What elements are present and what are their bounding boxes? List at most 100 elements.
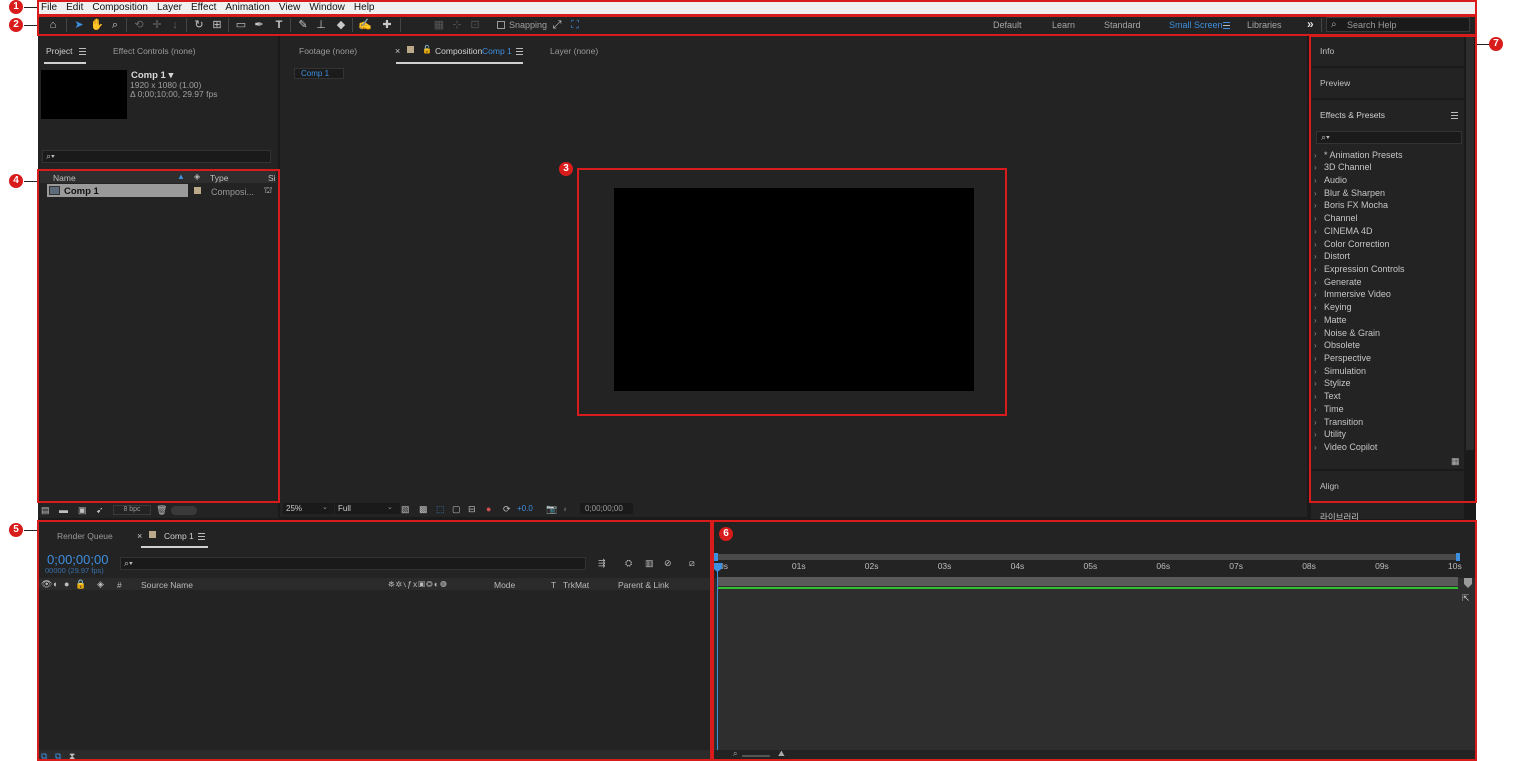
solo-icon[interactable]: ●	[64, 579, 69, 589]
hand-tool-icon[interactable]: ✋	[90, 18, 104, 32]
region-of-interest-icon[interactable]: ▢	[452, 504, 461, 514]
effects-category-item[interactable]: › Noise & Grain	[1314, 327, 1464, 340]
work-area-bar[interactable]	[717, 577, 1458, 586]
workspace-learn[interactable]: Learn	[1052, 20, 1075, 30]
effects-scrollbar[interactable]	[1466, 36, 1474, 450]
effects-category-item[interactable]: › Transition	[1314, 416, 1464, 429]
type-tool-icon[interactable]: T	[272, 18, 286, 32]
effects-category-item[interactable]: › Expression Controls	[1314, 263, 1464, 276]
effects-category-item[interactable]: › Immersive Video	[1314, 288, 1464, 301]
effects-category-item[interactable]: › * Animation Presets	[1314, 149, 1464, 162]
graph-editor-icon[interactable]: ⧄	[689, 558, 695, 568]
workspace-libraries[interactable]: Libraries	[1247, 20, 1282, 30]
lock-icon[interactable]: 🔓	[422, 45, 432, 54]
project-item-name[interactable]: Comp 1	[64, 186, 99, 197]
home-icon[interactable]: ⌂	[46, 18, 60, 32]
roto-brush-tool-icon[interactable]: ✍	[358, 18, 372, 32]
snapshot-icon[interactable]: 📷	[546, 504, 557, 514]
layer-switches-toggle-icon[interactable]: ⧉	[41, 751, 47, 761]
navigator-end-handle[interactable]	[1456, 553, 1460, 561]
close-icon[interactable]: ×	[137, 531, 142, 541]
tab-composition[interactable]: Composition	[435, 46, 482, 56]
effects-category-item[interactable]: › Boris FX Mocha	[1314, 199, 1464, 212]
interpret-footage-icon[interactable]: ▤	[41, 505, 50, 515]
new-comp-icon[interactable]: ▣	[78, 505, 87, 515]
tab-effects-presets[interactable]: Effects & Presets	[1320, 110, 1385, 120]
transparency-grid-icon[interactable]: ▩	[419, 504, 428, 514]
tab-project[interactable]: Project	[46, 46, 72, 56]
timeline-timecode[interactable]: 0;00;00;00	[47, 552, 108, 567]
menu-edit[interactable]: Edit	[66, 0, 83, 15]
label-color-swatch[interactable]	[194, 187, 201, 194]
tab-layer[interactable]: Layer (none)	[550, 46, 598, 56]
selection-tool-icon[interactable]: ➤	[72, 18, 86, 32]
guides-icon[interactable]: ⊟	[468, 504, 476, 514]
comp-button-icon[interactable]: ⇱	[1462, 593, 1470, 604]
effects-category-item[interactable]: › Utility	[1314, 428, 1464, 441]
effects-category-item[interactable]: › Audio	[1314, 174, 1464, 187]
new-folder-icon[interactable]: ▬	[59, 505, 68, 515]
fast-preview-icon[interactable]: ▧	[401, 504, 410, 514]
comp-canvas[interactable]	[614, 188, 974, 391]
search-help-field[interactable]: ⌕ Search Help	[1326, 17, 1470, 32]
channels-icon[interactable]: ●	[486, 504, 491, 514]
transfer-controls-toggle-icon[interactable]: ⧉	[55, 751, 61, 761]
layer-switches-icon[interactable]: ⛯✲∖ƒx▣◎◐◍	[388, 579, 448, 590]
audio-icon[interactable]: ◖	[52, 579, 57, 589]
effects-category-item[interactable]: › Video Copilot	[1314, 441, 1464, 454]
brush-tool-icon[interactable]: ✎	[296, 18, 310, 32]
flowchart-icon[interactable]: ⛫	[264, 185, 272, 197]
orbit-camera-icon[interactable]: ⟲	[132, 18, 146, 32]
pan-camera-icon[interactable]: ✛	[150, 18, 164, 32]
exposure-value[interactable]: +0.0	[517, 504, 533, 513]
close-icon[interactable]: ×	[395, 46, 400, 56]
tab-effect-controls[interactable]: Effect Controls (none)	[113, 46, 196, 56]
menu-effect[interactable]: Effect	[191, 0, 216, 15]
time-navigator-bar[interactable]	[717, 554, 1459, 560]
tab-render-queue[interactable]: Render Queue	[57, 531, 113, 541]
effects-category-item[interactable]: › Time	[1314, 403, 1464, 416]
menu-file[interactable]: File	[41, 0, 57, 15]
label-column-icon[interactable]: ◈	[97, 579, 104, 589]
tab-info[interactable]: Info	[1320, 46, 1334, 56]
menu-window[interactable]: Window	[309, 0, 345, 15]
effects-category-item[interactable]: › Obsolete	[1314, 339, 1464, 352]
workspace-overflow-icon[interactable]: »	[1307, 17, 1314, 31]
tab-footage[interactable]: Footage (none)	[299, 46, 357, 56]
bpc-button[interactable]: 8 bpc	[113, 505, 151, 515]
effects-category-item[interactable]: › Text	[1314, 390, 1464, 403]
shy-layers-icon[interactable]: ▥	[645, 558, 654, 568]
menu-help[interactable]: Help	[354, 0, 375, 15]
effects-category-item[interactable]: › Distort	[1314, 250, 1464, 263]
mask-visibility-icon[interactable]: ⬚	[436, 504, 445, 514]
layer-search-input[interactable]: ⌕▾	[120, 557, 586, 570]
thumbnail-slider[interactable]	[171, 506, 197, 515]
workspace-menu-icon[interactable]	[1223, 22, 1230, 29]
effects-category-item[interactable]: › Simulation	[1314, 365, 1464, 378]
column-parent-link[interactable]: Parent & Link	[618, 580, 669, 590]
effects-search-input[interactable]: ⌕▾	[1316, 131, 1462, 144]
menu-animation[interactable]: Animation	[225, 0, 269, 15]
show-snapshot-icon[interactable]: ◐	[563, 504, 568, 514]
visibility-icon[interactable]: 👁	[41, 579, 52, 589]
in-out-toggle-icon[interactable]: ⧗	[69, 751, 75, 761]
project-search-input[interactable]: ⌕▾	[42, 150, 271, 163]
flow-icon[interactable]: ➹	[96, 505, 104, 515]
effects-category-item[interactable]: › Matte	[1314, 314, 1464, 327]
clone-stamp-tool-icon[interactable]: ⊥	[314, 18, 328, 32]
tab-timeline-comp[interactable]: Comp 1	[164, 531, 194, 541]
effects-category-item[interactable]: › CINEMA 4D	[1314, 225, 1464, 238]
effects-category-item[interactable]: › Stylize	[1314, 377, 1464, 390]
zoom-in-icon[interactable]: ⛰	[778, 749, 785, 759]
column-size[interactable]: Si	[268, 173, 276, 183]
column-mode[interactable]: Mode	[494, 580, 515, 590]
menu-layer[interactable]: Layer	[157, 0, 182, 15]
timeline-menu-icon[interactable]	[198, 533, 205, 540]
timeline-zoom-slider[interactable]	[742, 755, 770, 757]
menu-composition[interactable]: Composition	[92, 0, 148, 15]
frame-blending-icon[interactable]: ⊘	[664, 558, 672, 568]
axis-world-icon[interactable]: ⊹	[450, 18, 464, 32]
column-source-name[interactable]: Source Name	[141, 580, 193, 590]
viewer-timecode[interactable]: 0;00;00;00	[580, 503, 633, 514]
effects-category-item[interactable]: › 3D Channel	[1314, 161, 1464, 174]
